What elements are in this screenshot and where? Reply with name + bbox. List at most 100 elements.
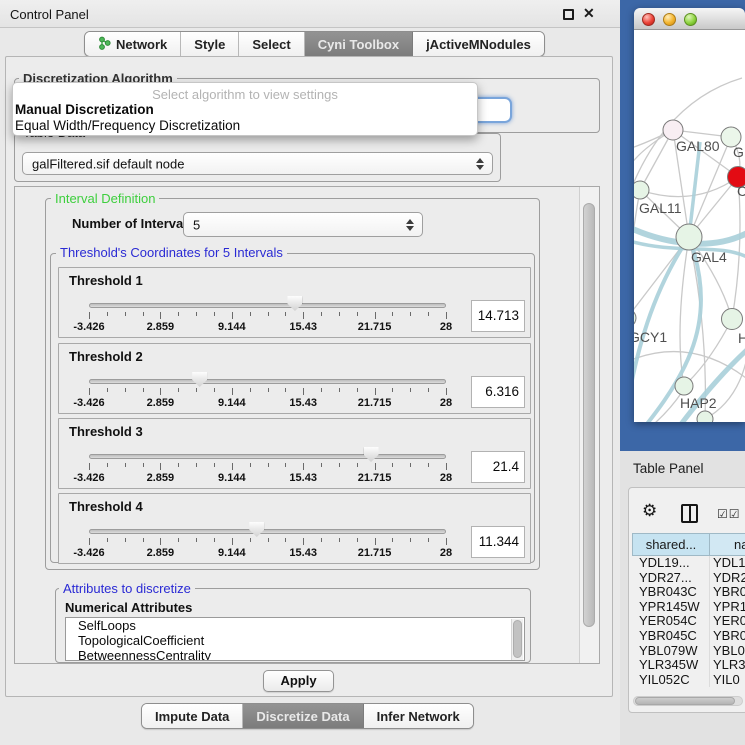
network-edge[interactable] bbox=[640, 177, 738, 197]
network-node-gcy1[interactable] bbox=[634, 309, 636, 327]
tab-network[interactable]: Network bbox=[85, 32, 181, 56]
algorithm-placeholder-item[interactable]: Select algorithm to view settings bbox=[13, 83, 477, 102]
network-node-gal4[interactable] bbox=[676, 224, 702, 250]
minimize-window-icon[interactable] bbox=[663, 13, 676, 26]
table-cell[interactable]: YDL1 bbox=[710, 556, 745, 571]
table-row[interactable]: YBR045CYBR0 bbox=[632, 629, 745, 644]
gear-icon[interactable]: ⚙ bbox=[642, 501, 657, 521]
slider-tick-label: 21.715 bbox=[358, 547, 392, 559]
select-columns-icon[interactable]: ☑☑ bbox=[717, 507, 741, 521]
slider-tick-label: -3.426 bbox=[73, 547, 104, 559]
table-cell[interactable]: YPR1 bbox=[710, 600, 745, 615]
tab-cyni-toolbox[interactable]: Cyni Toolbox bbox=[305, 32, 413, 56]
tab-select[interactable]: Select bbox=[239, 32, 304, 56]
columns-icon[interactable] bbox=[681, 504, 698, 523]
network-node-gal11[interactable] bbox=[634, 181, 649, 199]
table-row[interactable]: YLR345WYLR3 bbox=[632, 658, 745, 673]
network-window-titlebar[interactable] bbox=[634, 8, 745, 30]
slider-tick-label: 15.43 bbox=[289, 547, 317, 559]
network-node-hap2[interactable] bbox=[675, 377, 693, 395]
table-row[interactable]: YDR27...YDR2 bbox=[632, 571, 745, 586]
tab-jactivemnodules[interactable]: jActiveMNodules bbox=[413, 32, 544, 56]
network-canvas[interactable]: GAL80GCGAL11GAL4GCY1HHAP2 bbox=[634, 30, 745, 422]
slider-tick-label: 21.715 bbox=[358, 472, 392, 484]
slider-tick-label: 15.43 bbox=[289, 321, 317, 333]
attribute-item-topologicalcoefficient[interactable]: TopologicalCoefficient bbox=[66, 633, 524, 648]
slider-tick-label: 9.144 bbox=[218, 321, 246, 333]
table-cell[interactable]: YIL052C bbox=[632, 673, 710, 688]
threshold-slider-thumb[interactable] bbox=[287, 296, 302, 311]
algorithm-option-equal-width-frequency-discretization[interactable]: Equal Width/Frequency Discretization bbox=[13, 118, 477, 134]
table-cell[interactable]: YLR3 bbox=[710, 658, 745, 673]
close-panel-icon[interactable]: ✕ bbox=[583, 5, 595, 22]
threshold-value-input[interactable]: 21.4 bbox=[471, 451, 525, 483]
threshold-slider-track[interactable] bbox=[89, 454, 446, 459]
network-node-h-partial[interactable] bbox=[722, 309, 743, 330]
apply-button[interactable]: Apply bbox=[263, 670, 334, 692]
table-row[interactable]: YDL19...YDL1 bbox=[632, 556, 745, 571]
table-cell[interactable]: YBR045C bbox=[632, 629, 710, 644]
combobox-spinner-icon[interactable] bbox=[475, 158, 484, 170]
table-cell[interactable]: YBR0 bbox=[710, 585, 745, 600]
threshold-slider-track[interactable] bbox=[89, 379, 446, 384]
slider-tick-labels: -3.4262.8599.14415.4321.71528 bbox=[89, 397, 446, 409]
screenshot-stage: Control Panel ✕ NetworkStyleSelectCyni T… bbox=[0, 0, 745, 745]
numerical-attributes-label: Numerical Attributes bbox=[65, 600, 192, 615]
table-cell[interactable]: YLR345W bbox=[632, 658, 710, 673]
table-cell[interactable]: YER054C bbox=[632, 614, 710, 629]
tab-discretize-data[interactable]: Discretize Data bbox=[243, 704, 363, 728]
slider-tick-label: 2.859 bbox=[147, 472, 175, 484]
table-cell[interactable]: YDL19... bbox=[632, 556, 710, 571]
table-cell[interactable]: YBR043C bbox=[632, 585, 710, 600]
table-cell[interactable]: YBR0 bbox=[710, 629, 745, 644]
vertical-scrollbar[interactable] bbox=[579, 187, 599, 663]
slider-tick-label: 15.43 bbox=[289, 397, 317, 409]
combobox-spinner-icon[interactable] bbox=[405, 219, 414, 231]
threshold-slider-thumb[interactable] bbox=[192, 372, 207, 387]
algorithm-option-manual-discretization[interactable]: Manual Discretization bbox=[13, 102, 477, 118]
column-header-name[interactable]: na bbox=[710, 533, 745, 556]
network-node-node-bottom[interactable] bbox=[697, 411, 713, 422]
table-cell[interactable]: YIL0 bbox=[710, 673, 745, 688]
attributes-list-scrollbar-thumb[interactable] bbox=[513, 620, 522, 658]
table-data-combobox[interactable]: galFiltered.sif default node bbox=[22, 152, 493, 175]
table-cell[interactable]: YER0 bbox=[710, 614, 745, 629]
float-window-icon[interactable] bbox=[563, 9, 574, 20]
tab-impute-data[interactable]: Impute Data bbox=[142, 704, 243, 728]
threshold-slider-track[interactable] bbox=[89, 303, 446, 308]
table-row[interactable]: YPR145WYPR1 bbox=[632, 600, 745, 615]
numerical-attributes-list[interactable]: SelfLoopsTopologicalCoefficientBetweenne… bbox=[65, 617, 525, 661]
table-cell[interactable]: YBL0 bbox=[710, 644, 745, 659]
threshold-slider-thumb[interactable] bbox=[364, 447, 379, 462]
threshold-value-input[interactable]: 6.316 bbox=[471, 376, 525, 408]
tab-style[interactable]: Style bbox=[181, 32, 239, 56]
table-row[interactable]: YER054CYER0 bbox=[632, 614, 745, 629]
horizontal-scrollbar[interactable] bbox=[633, 696, 743, 706]
zoom-window-icon[interactable] bbox=[684, 13, 697, 26]
slider-tick-labels: -3.4262.8599.14415.4321.71528 bbox=[89, 321, 446, 333]
table-cell[interactable]: YPR145W bbox=[632, 600, 710, 615]
attribute-item-selfloops[interactable]: SelfLoops bbox=[66, 618, 524, 633]
attributes-list-scrollbar[interactable] bbox=[511, 619, 523, 660]
table-row[interactable]: YIL052CYIL0 bbox=[632, 673, 745, 688]
slider-tick-label: 28 bbox=[440, 547, 452, 559]
table-cell[interactable]: YDR27... bbox=[632, 571, 710, 586]
network-node-label: GAL11 bbox=[639, 200, 682, 216]
table-row[interactable]: YBL079WYBL0 bbox=[632, 644, 745, 659]
table-row[interactable]: YBR043CYBR0 bbox=[632, 585, 745, 600]
vertical-scrollbar-thumb[interactable] bbox=[583, 203, 595, 627]
column-header-shared-name[interactable]: shared... bbox=[632, 533, 710, 556]
horizontal-scrollbar-thumb[interactable] bbox=[635, 697, 735, 705]
close-window-icon[interactable] bbox=[642, 13, 655, 26]
table-cell[interactable]: YBL079W bbox=[632, 644, 710, 659]
attribute-item-betweennesscentrality[interactable]: BetweennessCentrality bbox=[66, 648, 524, 661]
threshold-value-input[interactable]: 11.344 bbox=[471, 526, 525, 558]
network-graph[interactable]: GAL80GCGAL11GAL4GCY1HHAP2 bbox=[634, 30, 745, 422]
number-of-intervals-combobox[interactable]: 5 bbox=[183, 212, 423, 237]
network-node-gal80[interactable] bbox=[663, 120, 683, 140]
tab-infer-network[interactable]: Infer Network bbox=[364, 704, 473, 728]
threshold-value-input[interactable]: 14.713 bbox=[471, 300, 525, 332]
threshold-slider-track[interactable] bbox=[89, 529, 446, 534]
threshold-slider-thumb[interactable] bbox=[249, 522, 264, 537]
table-cell[interactable]: YDR2 bbox=[710, 571, 745, 586]
